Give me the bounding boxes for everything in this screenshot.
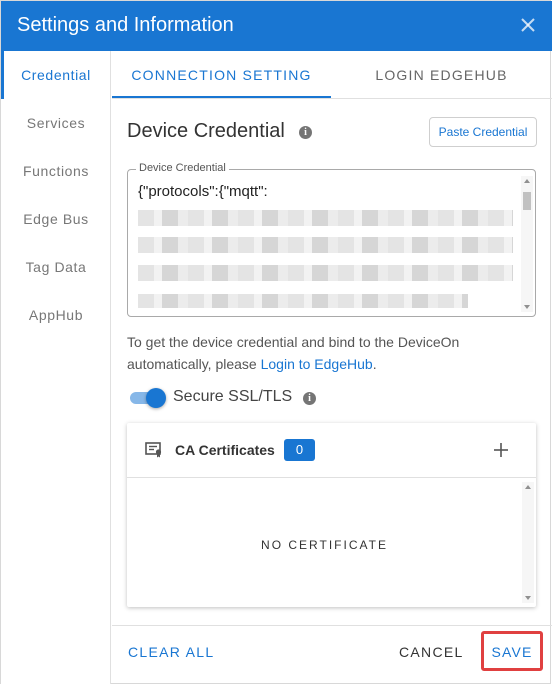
sidebar: Credential Services Functions Edge Bus T… bbox=[1, 51, 111, 684]
textarea-scrollbar[interactable] bbox=[521, 176, 533, 312]
scrollbar-thumb[interactable] bbox=[523, 192, 531, 210]
sidebar-item-label: Functions bbox=[22, 163, 90, 179]
sidebar-item-label: Edge Bus bbox=[23, 211, 89, 227]
ca-certificates-header: CA Certificates 0 bbox=[127, 423, 536, 478]
scroll-down-arrow-icon[interactable] bbox=[524, 305, 530, 309]
secure-ssl-label: Secure SSL/TLS bbox=[173, 388, 293, 405]
sidebar-item-tag-data[interactable]: Tag Data bbox=[1, 243, 111, 291]
save-button[interactable]: SAVE bbox=[481, 631, 543, 671]
tab-bar: CONNECTION SETTING LOGIN EDGEHUB bbox=[112, 51, 552, 99]
cancel-button[interactable]: CANCEL bbox=[399, 644, 464, 660]
sidebar-item-label: Tag Data bbox=[25, 259, 87, 275]
hint-suffix: . bbox=[372, 356, 377, 372]
redacted-text-line bbox=[138, 265, 513, 281]
scroll-down-arrow-icon[interactable] bbox=[525, 596, 531, 600]
clear-all-button[interactable]: CLEAR ALL bbox=[128, 644, 214, 660]
sidebar-item-services[interactable]: Services bbox=[1, 99, 111, 147]
sidebar-item-label: AppHub bbox=[28, 307, 84, 323]
sidebar-item-credential[interactable]: Credential bbox=[1, 51, 111, 99]
sidebar-active-indicator bbox=[1, 51, 4, 99]
credential-hint: To get the device credential and bind to… bbox=[127, 331, 537, 375]
device-credential-field-label: Device Credential bbox=[136, 162, 229, 174]
scroll-up-arrow-icon[interactable] bbox=[524, 179, 530, 183]
sidebar-item-functions[interactable]: Functions bbox=[1, 147, 111, 195]
tab-login-edgehub[interactable]: LOGIN EDGEHUB bbox=[331, 51, 552, 99]
info-icon[interactable]: i bbox=[299, 126, 312, 139]
login-edgehub-link[interactable]: Login to EdgeHub bbox=[261, 356, 373, 372]
no-certificate-text: NO CERTIFICATE bbox=[261, 538, 388, 552]
device-credential-value: {"protocols":{"mqtt": bbox=[138, 183, 268, 200]
close-icon[interactable] bbox=[518, 15, 538, 35]
info-icon[interactable]: i bbox=[303, 392, 316, 405]
certificate-list-scrollbar[interactable] bbox=[522, 482, 534, 603]
tab-connection-setting[interactable]: CONNECTION SETTING bbox=[112, 51, 331, 99]
save-button-label: SAVE bbox=[491, 644, 533, 660]
sidebar-item-label: Services bbox=[26, 115, 86, 131]
sidebar-item-edge-bus[interactable]: Edge Bus bbox=[1, 195, 111, 243]
certificate-count-badge: 0 bbox=[284, 439, 315, 461]
secure-ssl-toggle[interactable] bbox=[128, 388, 166, 408]
certificate-icon bbox=[145, 442, 162, 458]
dialog-footer: CLEAR ALL CANCEL SAVE bbox=[112, 625, 552, 684]
sidebar-item-label: Credential bbox=[21, 67, 91, 83]
connection-settings-panel: Device Credential i Paste Credential Dev… bbox=[112, 99, 552, 625]
redacted-text-line bbox=[138, 237, 513, 253]
ca-certificates-title: CA Certificates bbox=[175, 442, 275, 458]
dialog-titlebar: Settings and Information bbox=[1, 1, 552, 51]
toggle-knob bbox=[146, 388, 166, 408]
scroll-up-arrow-icon[interactable] bbox=[525, 485, 531, 489]
redacted-text-line bbox=[138, 294, 468, 308]
settings-dialog: Settings and Information Credential Serv… bbox=[0, 0, 552, 684]
redacted-text-line bbox=[138, 210, 513, 226]
ca-certificates-card: CA Certificates 0 NO CERTIFICATE bbox=[127, 423, 536, 607]
dialog-title: Settings and Information bbox=[17, 14, 234, 36]
paste-credential-button[interactable]: Paste Credential bbox=[429, 117, 537, 147]
sidebar-item-apphub[interactable]: AppHub bbox=[1, 291, 111, 339]
plus-icon[interactable] bbox=[492, 441, 510, 459]
tab-active-indicator bbox=[112, 96, 331, 98]
device-credential-heading: Device Credential bbox=[127, 120, 285, 142]
device-credential-textarea[interactable]: Device Credential {"protocols":{"mqtt": bbox=[127, 162, 536, 317]
